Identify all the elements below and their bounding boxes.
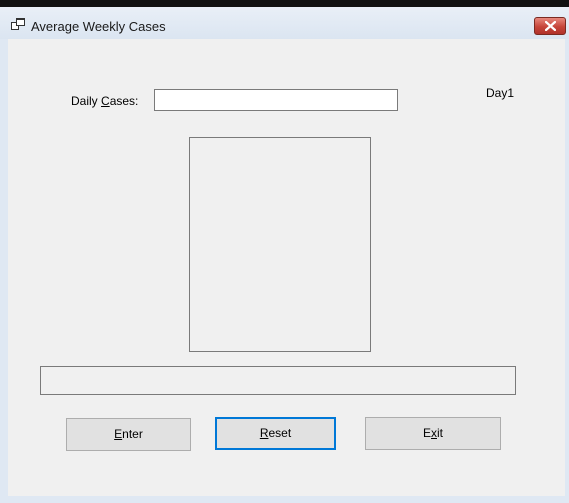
main-window: Average Weekly Cases Daily Cases: Day1 E… [0,0,569,503]
form-client-area: Daily Cases: Day1 Enter Reset Exit [8,39,565,496]
enter-button[interactable]: Enter [66,418,191,451]
close-icon [545,21,556,31]
enter-button-mnemonic: E [114,427,123,441]
daily-cases-list[interactable] [189,137,371,352]
daily-cases-label: Daily Cases: [71,94,138,108]
enter-button-label: nter [122,427,143,441]
title-bar[interactable]: Average Weekly Cases [0,7,569,39]
exit-button[interactable]: Exit [365,417,501,450]
window-bottom-border [0,496,569,503]
average-result-box [40,366,516,395]
reset-button[interactable]: Reset [215,417,336,450]
app-icon [11,18,25,31]
daily-cases-input[interactable] [154,89,398,111]
window-title: Average Weekly Cases [31,19,166,34]
exit-button-label-pre: E [422,426,431,440]
daily-cases-label-post: ases: [109,94,139,108]
close-button[interactable] [534,17,566,35]
exit-button-label: it [437,426,443,440]
day-label: Day1 [486,86,515,100]
daily-cases-label-mnemonic: C [101,94,110,108]
daily-cases-label-pre: Daily [71,94,102,108]
reset-button-label: eset [268,426,292,440]
